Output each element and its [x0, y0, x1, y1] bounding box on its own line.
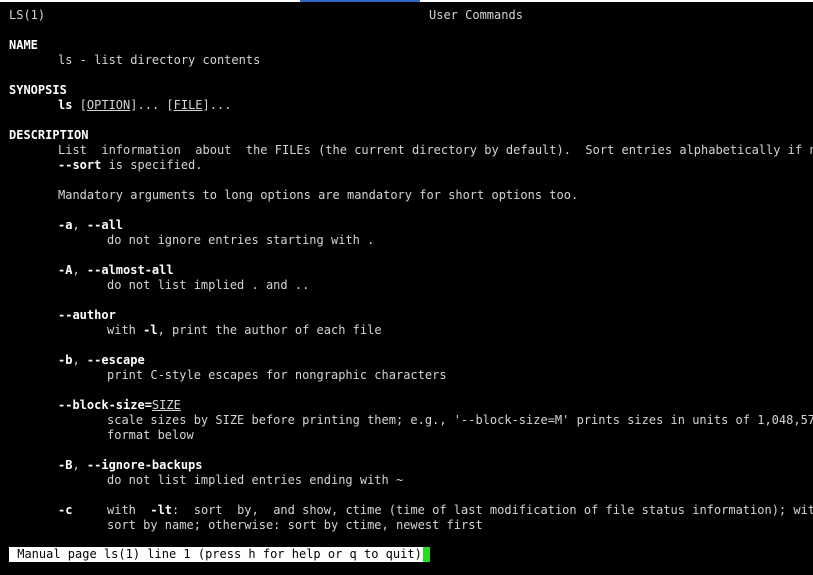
section-heading-description: DESCRIPTION: [9, 128, 89, 142]
option-almost-all-desc: do not list implied . and ..: [107, 278, 310, 292]
synopsis-option-arg: OPTION: [86, 98, 131, 112]
description-line-2-rest: is specified.: [101, 158, 203, 172]
option-escape-flags: -b, --escape: [58, 353, 145, 368]
option-c-desc-1: with -lt: sort by, and show, ctime (time…: [107, 503, 813, 518]
option-c-desc-post: : sort by, and show, ctime (time of last…: [172, 503, 813, 517]
section-heading-name: NAME: [9, 38, 38, 52]
option-short-flag: -a: [58, 218, 73, 232]
option-almost-all-flags: -A, --almost-all: [58, 263, 174, 278]
synopsis-file-arg: FILE: [173, 98, 203, 112]
window-top-border: [0, 0, 813, 2]
option-short-flag: -b: [58, 353, 73, 367]
option-c-desc-flag: -lt: [150, 503, 173, 517]
option-block-size-desc-1: scale sizes by SIZE before printing them…: [107, 413, 813, 427]
option-c-desc-pre: with: [107, 503, 151, 517]
option-ignore-backups-desc: do not list implied entries ending with …: [107, 473, 404, 487]
name-text: ls - list directory contents: [58, 53, 261, 67]
option-long-flag: --all: [86, 218, 124, 232]
option-long-flag: --escape: [86, 353, 145, 367]
option-short-flag: -B: [58, 458, 73, 472]
man-header-left: LS(1): [9, 8, 46, 22]
synopsis-bracket-close: ]...: [202, 98, 232, 112]
option-block-size-arg: SIZE: [151, 398, 181, 412]
option-flag-separator: ,: [72, 263, 87, 277]
option-author-desc: with -l, print the author of each file: [107, 323, 382, 338]
synopsis-bracket-open: [: [72, 98, 87, 112]
option-c-desc-2: sort by name; otherwise: sort by ctime, …: [107, 518, 483, 532]
option-author-desc-post: , print the author of each file: [157, 323, 382, 337]
option-ignore-backups-flags: -B, --ignore-backups: [58, 458, 203, 473]
option-short-flag: -A: [58, 263, 73, 277]
option-all-flags: -a, --all: [58, 218, 123, 233]
man-header-center: User Commands: [429, 8, 523, 22]
section-heading-synopsis: SYNOPSIS: [9, 83, 67, 97]
option-long-flag: --ignore-backups: [86, 458, 203, 472]
option-all-desc: do not ignore entries starting with .: [107, 233, 375, 247]
option-block-size-desc-2: format below: [107, 428, 194, 442]
synopsis-separator: ]... [: [130, 98, 174, 112]
description-line-2: --sort is specified.: [58, 158, 203, 173]
description-line-1: List information about the FILEs (the cu…: [58, 143, 813, 157]
synopsis-line: ls [OPTION]... [FILE]...: [58, 98, 231, 113]
terminal-cursor: [423, 547, 430, 562]
option-author-desc-flag: -l: [143, 323, 158, 337]
option-flag-separator: ,: [72, 353, 87, 367]
option-flag-separator: ,: [72, 458, 87, 472]
option-flag-separator: ,: [72, 218, 87, 232]
synopsis-command: ls: [58, 98, 73, 112]
window-accent-strip: [300, 0, 420, 2]
mandatory-note: Mandatory arguments to long options are …: [58, 188, 579, 202]
pager-status-bar: Manual page ls(1) line 1 (press h for he…: [9, 547, 423, 562]
option-c-flag: -c: [58, 503, 73, 517]
option-block-size-flag: --block-size=SIZE: [58, 398, 181, 413]
option-author-desc-pre: with: [107, 323, 144, 337]
option-escape-desc: print C-style escapes for nongraphic cha…: [107, 368, 447, 382]
option-long-flag: --block-size=: [58, 398, 152, 412]
sort-flag: --sort: [58, 158, 102, 172]
option-long-flag: --almost-all: [86, 263, 174, 277]
option-author-flag: --author: [58, 308, 116, 322]
